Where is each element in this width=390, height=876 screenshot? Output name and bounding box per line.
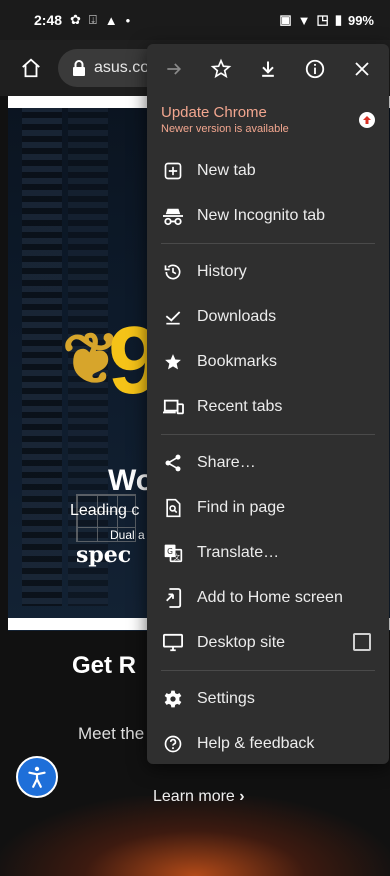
dot-icon: •	[125, 12, 131, 28]
arrow-forward-icon	[167, 63, 182, 75]
menu-divider	[161, 243, 375, 244]
close-icon	[354, 62, 369, 76]
help-icon	[161, 732, 185, 756]
svg-text:G: G	[167, 546, 173, 555]
update-title: Update Chrome	[161, 104, 267, 121]
svg-text:文: 文	[173, 552, 180, 561]
menu-item-new-incognito-tab[interactable]: New Incognito tab	[147, 193, 389, 238]
download-button[interactable]	[249, 50, 287, 88]
menu-toolbar	[147, 44, 389, 94]
data-saver-icon: ▣	[279, 12, 292, 27]
plus-box-icon	[161, 159, 185, 183]
accessibility-button[interactable]	[16, 756, 58, 798]
page-info-button[interactable]	[296, 50, 334, 88]
battery-level: 99%	[347, 12, 374, 28]
menu-item-recent-tabs[interactable]: Recent tabs	[147, 384, 389, 429]
menu-item-share[interactable]: Share…	[147, 440, 389, 485]
menu-item-new-tab[interactable]: New tab	[147, 148, 389, 193]
home-button[interactable]	[16, 53, 46, 83]
overflow-menu: Update Chrome Newer version is available…	[147, 44, 389, 764]
star-icon	[161, 350, 185, 374]
update-subtitle: Newer version is available	[161, 123, 289, 135]
desktop-site-checkbox[interactable]	[353, 633, 371, 651]
section-heading: Get R	[72, 652, 137, 679]
status-bar: 2:48 ✿ ⍗ ▲ • ▣ ▼ ◳ ▮ 99%	[0, 0, 390, 40]
menu-item-history[interactable]: History	[147, 249, 389, 294]
devices-icon	[161, 395, 185, 419]
accessibility-icon	[28, 766, 46, 788]
lock-icon	[72, 60, 86, 76]
find-in-page-icon	[161, 496, 185, 520]
battery-icon: ▮	[334, 12, 342, 27]
desktop-icon	[161, 631, 185, 655]
section-text: Meet the	[78, 724, 145, 743]
clock: 2:48	[34, 12, 63, 28]
menu-item-settings[interactable]: Settings	[147, 676, 389, 721]
download-icon	[262, 61, 274, 77]
hero-subtitle: Leading c	[70, 502, 140, 519]
menu-divider	[161, 434, 375, 435]
star-outline-icon	[210, 58, 232, 79]
update-chrome-item[interactable]: Update Chrome Newer version is available	[147, 94, 389, 148]
add-to-home-icon	[161, 586, 185, 610]
menu-item-add-to-home-screen[interactable]: Add to Home screen	[147, 575, 389, 620]
menu-item-downloads[interactable]: Downloads	[147, 294, 389, 339]
close-button[interactable]	[343, 50, 381, 88]
home-icon	[22, 58, 40, 78]
menu-item-translate[interactable]: G文 Translate…	[147, 530, 389, 575]
info-icon	[305, 59, 324, 79]
wifi-icon: ▼	[297, 12, 311, 28]
download-done-icon	[161, 305, 185, 329]
learn-more-link[interactable]: Learn more ›	[153, 788, 245, 806]
chevron-right-icon: ›	[239, 788, 245, 805]
menu-divider	[161, 670, 375, 671]
share-icon	[161, 451, 185, 475]
translate-icon: G文	[161, 541, 185, 565]
forward-button[interactable]	[155, 50, 193, 88]
menu-item-bookmarks[interactable]: Bookmarks	[147, 339, 389, 384]
menu-item-desktop-site[interactable]: Desktop site	[147, 620, 389, 665]
incognito-icon	[161, 204, 185, 228]
history-icon	[161, 260, 185, 284]
gear-icon: ✿	[70, 12, 81, 27]
gear-icon	[161, 687, 185, 711]
update-badge-icon	[359, 112, 375, 128]
menu-item-find-in-page[interactable]: Find in page	[147, 485, 389, 530]
menu-item-help-feedback[interactable]: Help & feedback	[147, 721, 389, 764]
spec-logo: spec	[76, 542, 132, 568]
no-sim-icon: ◳	[316, 12, 329, 27]
warning-icon: ▲	[104, 12, 118, 28]
bookmark-button[interactable]	[202, 50, 240, 88]
hero-caption: Dual a	[110, 528, 145, 542]
notification-icon: ⍗	[88, 12, 97, 27]
